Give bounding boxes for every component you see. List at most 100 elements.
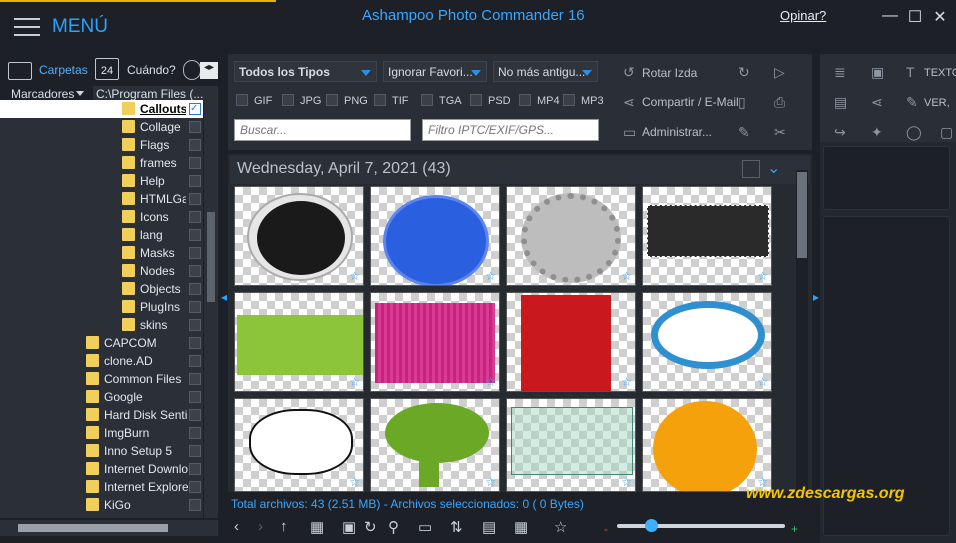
tree-item[interactable]: Internet Downlo — [0, 460, 203, 478]
zoom-icon[interactable]: ⚲ — [388, 518, 399, 536]
tree-item[interactable]: HTMLGa — [0, 190, 203, 208]
tree-item-checkbox[interactable] — [189, 427, 201, 439]
print-icon[interactable]: ⎙ — [774, 94, 785, 111]
redo-icon[interactable]: ↪ — [834, 124, 846, 141]
refresh-icon[interactable]: ↻ — [364, 518, 377, 536]
view-mode-icon[interactable]: ▤ — [482, 518, 496, 536]
ext-checkbox-tga[interactable] — [421, 94, 433, 106]
tree-item-checkbox[interactable] — [189, 265, 201, 277]
crop-icon[interactable]: ▢ — [940, 124, 953, 141]
tree-item-checkbox[interactable] — [189, 391, 201, 403]
nav-arrows-icon[interactable]: ◂▸ — [200, 62, 218, 79]
ext-checkbox-mp4[interactable] — [519, 94, 531, 106]
share-button[interactable]: Compartir / E-Mail — [642, 95, 739, 109]
tree-item[interactable]: Nodes — [0, 262, 203, 280]
calendar-icon[interactable]: 24 — [95, 58, 119, 80]
maximize-button[interactable]: ☐ — [905, 7, 925, 27]
favorites-dropdown[interactable]: Ignorar Favori... — [383, 61, 487, 82]
ext-checkbox-png[interactable] — [326, 94, 338, 106]
tree-item-checkbox[interactable] — [189, 175, 201, 187]
tree-item[interactable]: clone.AD — [0, 352, 203, 370]
favorite-star-icon[interactable]: ☆ — [621, 375, 632, 389]
tree-item-checkbox[interactable] — [189, 499, 201, 511]
favorite-star-icon[interactable]: ☆ — [621, 475, 632, 489]
hamburger-menu-icon[interactable] — [14, 18, 40, 36]
tree-item-checkbox[interactable] — [189, 247, 201, 259]
tree-item-checkbox[interactable] — [189, 229, 201, 241]
chevron-down-icon[interactable] — [76, 91, 84, 96]
tree-item[interactable]: Google — [0, 388, 203, 406]
tree-item-checkbox[interactable] — [189, 319, 201, 331]
tree-item-checkbox[interactable] — [189, 373, 201, 385]
group-select-checkbox[interactable] — [742, 160, 760, 178]
thumbnail-pink-banner[interactable]: ☆ — [370, 292, 500, 392]
tree-item[interactable]: skins — [0, 316, 203, 334]
thumbnail-blue-bubble[interactable]: ☆ — [642, 292, 772, 392]
tree-item-checkbox[interactable] — [189, 481, 201, 493]
tree-item[interactable]: lang — [0, 226, 203, 244]
tree-item[interactable]: Help — [0, 172, 203, 190]
thumbnail-blue-circle[interactable]: ☆ — [370, 186, 500, 286]
thumbnail-white-bubble[interactable]: ☆ — [234, 398, 364, 492]
database-icon[interactable]: ≣ — [834, 64, 846, 81]
tree-item[interactable]: PlugIns — [0, 298, 203, 316]
thumbnail-orange-bubble[interactable]: ☆ — [642, 398, 772, 492]
rotate-right-icon[interactable]: ↻ — [738, 64, 750, 81]
ext-checkbox-psd[interactable] — [470, 94, 482, 106]
tree-item[interactable]: CAPCOM — [0, 334, 203, 352]
tree-item-checkbox[interactable] — [189, 157, 201, 169]
type-dropdown[interactable]: Todos los Tipos — [234, 61, 377, 82]
tree-item-checkbox[interactable] — [189, 139, 201, 151]
image-icon[interactable]: ▣ — [871, 64, 884, 81]
tree-item-checkbox[interactable] — [189, 445, 201, 457]
left-panel-toggle-icon[interactable]: ◂ — [221, 290, 227, 304]
tree-item[interactable]: Collage — [0, 118, 203, 136]
thumbnail-sticker[interactable]: ☆ — [234, 186, 364, 286]
favorite-star-icon[interactable]: ☆ — [485, 475, 496, 489]
view-button[interactable]: VER, — [924, 97, 950, 109]
age-dropdown[interactable]: No más antigu... — [493, 61, 598, 82]
tree-item[interactable]: Hard Disk Sentir — [0, 406, 203, 424]
manage-icon[interactable]: ▭ — [623, 124, 636, 141]
collapse-chevron-icon[interactable]: ⌄ — [767, 158, 780, 178]
folder-open-icon[interactable]: ▭ — [418, 518, 432, 536]
tab-folders[interactable]: Carpetas — [39, 63, 88, 77]
wand-icon[interactable]: ✦ — [871, 124, 883, 141]
minimize-button[interactable]: — — [880, 7, 900, 25]
exif-filter-input[interactable] — [422, 119, 599, 141]
rotate-left-button[interactable]: Rotar Izda — [642, 66, 697, 80]
sort-icon[interactable]: ⇅ — [450, 518, 463, 536]
favorite-star-icon[interactable]: ☆ — [349, 269, 360, 283]
rotate-left-icon[interactable]: ↺ — [623, 64, 635, 81]
search-input[interactable] — [234, 119, 411, 141]
favorite-star-icon[interactable]: ☆ — [349, 475, 360, 489]
text-icon[interactable]: T — [906, 64, 915, 80]
zoom-plus-icon[interactable]: + — [791, 522, 798, 536]
tree-item-checkbox[interactable]: ✓ — [189, 103, 201, 115]
tree-item[interactable]: Inno Setup 5 — [0, 442, 203, 460]
thumbnail-red-banner[interactable]: ☆ — [506, 292, 636, 392]
favorite-star-icon[interactable]: ☆ — [757, 269, 768, 283]
bookmarks-dropdown[interactable]: Marcadores — [11, 87, 74, 101]
tree-item[interactable]: Common Files — [0, 370, 203, 388]
folder-tree[interactable]: Callouts ✓ Collage Flags frames Help HTMLGa Ico… — [0, 100, 203, 518]
menu-label[interactable]: MENÚ — [52, 16, 108, 38]
tools-icon[interactable]: ✂ — [774, 124, 786, 141]
ext-checkbox-mp3[interactable] — [563, 94, 575, 106]
share-alt-icon[interactable]: ⋖ — [871, 94, 883, 111]
manage-button[interactable]: Administrar... — [642, 125, 712, 139]
right-panel-toggle-icon[interactable]: ▸ — [813, 290, 819, 304]
zoom-minus-icon[interactable]: - — [604, 522, 608, 536]
tree-item[interactable]: Flags — [0, 136, 203, 154]
save-icon[interactable]: ▤ — [834, 94, 847, 111]
thumbnail-green-bubble[interactable]: ☆ — [370, 398, 500, 492]
tree-item[interactable]: Masks — [0, 244, 203, 262]
tree-item-checkbox[interactable] — [189, 409, 201, 421]
tab-when[interactable]: Cuándo? — [127, 63, 176, 77]
grid-mode-icon[interactable]: ▦ — [514, 518, 528, 536]
gallery-scroll-thumb[interactable] — [797, 172, 807, 258]
tree-item-checkbox[interactable] — [189, 301, 201, 313]
tree-vertical-scrollbar[interactable] — [204, 100, 218, 518]
tree-item[interactable]: Icons — [0, 208, 203, 226]
globe-icon[interactable] — [183, 60, 201, 80]
